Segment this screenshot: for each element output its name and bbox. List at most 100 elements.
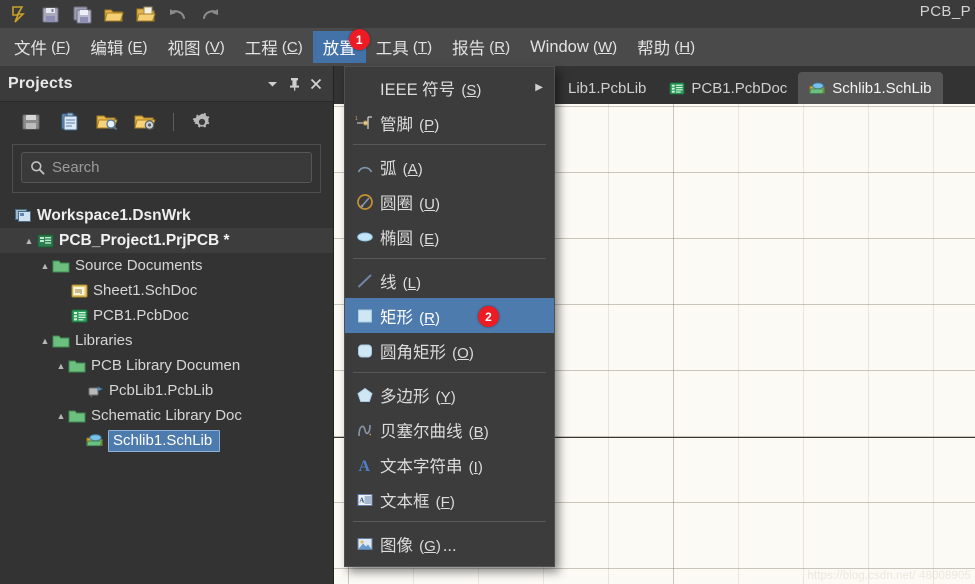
tree-twisty-schematic-library-documents[interactable]: ▲ — [54, 411, 68, 421]
line-icon — [350, 272, 380, 290]
pin-icon[interactable] — [283, 73, 305, 95]
step-badge-2: 2 — [478, 306, 499, 327]
menu-place[interactable]: 放置 1 — [312, 29, 370, 63]
tree-item-pcblib1-pcblib[interactable]: PcbLib1.PcbLib — [0, 378, 333, 403]
menu-help-label: 帮助 — [637, 40, 671, 58]
pcblib-icon — [86, 383, 104, 399]
menu-file-mnemonic: (F) — [47, 38, 71, 56]
menu-tools-mnemonic: (T) — [408, 38, 433, 56]
menu-item-rectangle-label: 矩形 (R) — [380, 308, 441, 327]
close-icon[interactable] — [305, 73, 327, 95]
menu-item-line-label: 线 (L) — [380, 273, 422, 292]
menu-item-arc-label: 弧 (A) — [380, 159, 423, 178]
menu-view[interactable]: 视图 (V) — [158, 31, 235, 63]
menu-item-text-string-label: 文本字符串 (I) — [380, 457, 483, 476]
search-section — [12, 144, 321, 193]
menu-file-label: 文件 — [14, 40, 47, 58]
menu-file[interactable]: 文件 (F) — [4, 31, 80, 63]
menu-item-circle-label: 圆圈 (U) — [380, 194, 441, 213]
menu-item-text-frame[interactable]: A 文本框 (F) — [345, 482, 554, 517]
clipboard-icon[interactable] — [56, 109, 82, 135]
menu-item-arc[interactable]: 弧 (A) — [345, 149, 554, 184]
menu-item-text-string[interactable]: A 文本字符串 (I) — [345, 447, 554, 482]
menu-item-rectangle[interactable]: 矩形 (R) 2 — [345, 298, 554, 333]
menu-item-line[interactable]: 线 (L) — [345, 263, 554, 298]
circle-icon — [350, 193, 380, 211]
menu-tools[interactable]: 工具 (T) — [366, 31, 442, 63]
project-options-folder-icon[interactable] — [132, 109, 158, 135]
menu-item-rounded-rectangle[interactable]: 圆角矩形 (O) — [345, 333, 554, 368]
menu-item-pin[interactable]: 1 管脚 (P) — [345, 105, 554, 140]
text-string-icon: A — [350, 456, 380, 474]
search-input[interactable] — [52, 159, 303, 176]
tree-item-workspace[interactable]: Workspace1.DsnWrk — [0, 203, 333, 228]
project-tree: Workspace1.DsnWrk ▲ PCB_Project1.PrjPCB … — [0, 193, 333, 453]
save-all-icon[interactable] — [67, 1, 97, 27]
search-box[interactable] — [21, 152, 312, 183]
menu-separator — [353, 258, 546, 259]
tree-item-pcb1-pcbdoc[interactable]: PCB1.PcbDoc — [0, 303, 333, 328]
menu-item-circle[interactable]: 圆圈 (U) — [345, 184, 554, 219]
tab-schlib1-schlib[interactable]: Schlib1.SchLib — [798, 72, 943, 104]
image-icon — [350, 535, 380, 553]
tree-item-source-documents[interactable]: ▲ Source Documents — [0, 253, 333, 278]
tree-label-project: PCB_Project1.PrjPCB * — [59, 231, 230, 249]
menu-item-polygon-label: 多边形 (Y) — [380, 387, 456, 406]
tree-item-schematic-library-documents[interactable]: ▲ Schematic Library Doc — [0, 403, 333, 428]
menu-item-ellipse[interactable]: 椭圆 (E) — [345, 219, 554, 254]
tab-pcb1-pcbdoc[interactable]: PCB1.PcbDoc — [657, 72, 798, 104]
settings-gear-icon[interactable] — [189, 109, 215, 135]
tab-label-schlib1-schlib: Schlib1.SchLib — [832, 79, 932, 97]
menu-project-label: 工程 — [244, 40, 278, 58]
undo-icon[interactable] — [163, 1, 193, 27]
tree-item-sheet1-schdoc[interactable]: Sheet1.SchDoc — [0, 278, 333, 303]
tree-label-schlib1-schlib[interactable]: Schlib1.SchLib — [108, 429, 221, 452]
menu-window[interactable]: Window (W) — [520, 31, 627, 63]
menu-project-mnemonic: (C) — [277, 38, 303, 56]
open-folder-icon[interactable] — [99, 1, 129, 27]
tree-twisty-project[interactable]: ▲ — [22, 236, 36, 246]
save-icon[interactable] — [35, 1, 65, 27]
menu-item-bezier-curve[interactable]: 贝塞尔曲线 (B) — [345, 412, 554, 447]
tree-label-sheet1-schdoc: Sheet1.SchDoc — [93, 282, 198, 299]
workspace-icon — [14, 208, 32, 224]
save-project-icon[interactable] — [18, 109, 44, 135]
panel-title: Projects — [8, 74, 73, 92]
toolbar-divider — [173, 113, 174, 131]
rectangle-icon — [350, 307, 380, 325]
pcbdoc-icon — [70, 308, 88, 324]
pcbdoc-icon — [668, 81, 685, 96]
menu-project[interactable]: 工程 (C) — [235, 31, 313, 63]
tree-item-schlib1-schlib[interactable]: Schlib1.SchLib — [0, 428, 333, 453]
polygon-icon — [350, 386, 380, 404]
menu-window-label: Window — [530, 37, 589, 56]
tree-label-source-documents: Source Documents — [75, 257, 203, 274]
tree-item-project[interactable]: ▲ PCB_Project1.PrjPCB * — [0, 228, 333, 253]
tree-twisty-libraries[interactable]: ▲ — [38, 336, 52, 346]
menu-help-mnemonic: (H) — [670, 38, 696, 56]
projects-panel: Projects Search Workspace1.DsnWrk ▲ PCB_… — [0, 66, 334, 584]
chevron-down-icon[interactable] — [261, 73, 283, 95]
tree-item-libraries[interactable]: ▲ Libraries — [0, 328, 333, 353]
open-project-search-icon[interactable] — [94, 109, 120, 135]
menu-item-ellipse-label: 椭圆 (E) — [380, 229, 440, 248]
menu-item-image[interactable]: 图像 (G)... — [345, 526, 554, 561]
redo-icon[interactable] — [195, 1, 225, 27]
tree-twisty-pcb-library-documents[interactable]: ▲ — [54, 361, 68, 371]
tree-twisty-source-documents[interactable]: ▲ — [38, 261, 52, 271]
menu-separator — [353, 521, 546, 522]
menu-help[interactable]: 帮助 (H) — [627, 31, 705, 63]
menu-edit[interactable]: 编辑 (E) — [80, 31, 157, 63]
step-badge-1: 1 — [348, 29, 370, 50]
schlib-icon — [86, 433, 104, 449]
menu-view-label: 视图 — [167, 40, 201, 58]
menu-item-ieee-symbols[interactable]: IEEE 符号 (S) ▶ — [345, 70, 554, 105]
menu-item-polygon[interactable]: 多边形 (Y) — [345, 377, 554, 412]
menu-bar: 文件 (F) 编辑 (E) 视图 (V) 工程 (C) 放置 1 工具 (T) … — [0, 28, 975, 66]
altium-logo-icon[interactable] — [3, 1, 33, 27]
tree-item-pcb-library-documents[interactable]: ▲ PCB Library Documen — [0, 353, 333, 378]
menu-item-image-label: 图像 (G)... — [380, 536, 457, 555]
menu-reports[interactable]: 报告 (R) — [442, 31, 520, 63]
ellipse-icon — [350, 228, 380, 246]
open-document-icon[interactable] — [131, 1, 161, 27]
